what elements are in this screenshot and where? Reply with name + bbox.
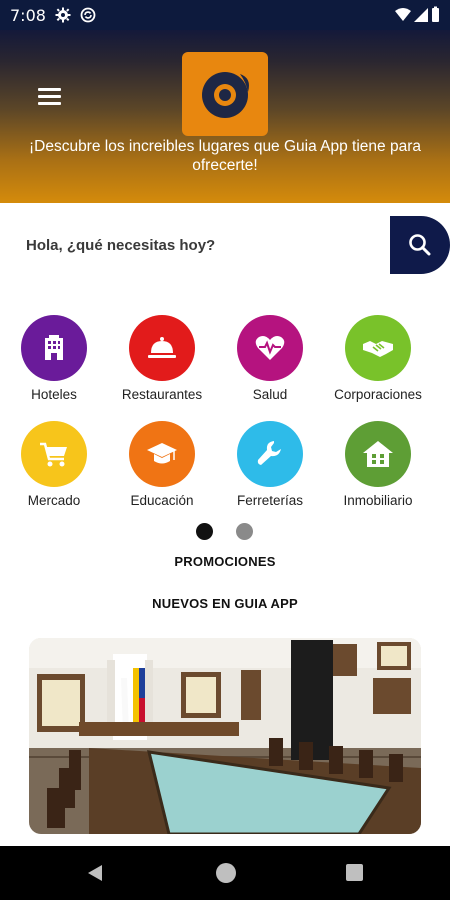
search-button[interactable]: [390, 216, 450, 274]
category-corporaciones[interactable]: Corporaciones: [324, 315, 432, 402]
category-circle: [21, 421, 87, 487]
guia-app-logo-icon: [182, 52, 268, 136]
category-label: Educación: [130, 493, 194, 508]
category-label: Hoteles: [31, 387, 77, 402]
category-inmobiliario[interactable]: Inmobiliario: [324, 421, 432, 508]
status-indicators: [395, 6, 439, 22]
serving-bell-icon: [148, 337, 176, 358]
search-bar: [0, 216, 450, 274]
category-label: Restaurantes: [121, 387, 203, 402]
status-bar: 7:08: [0, 0, 450, 30]
category-label: Mercado: [27, 493, 81, 508]
category-hoteles[interactable]: Hoteles: [0, 315, 108, 402]
promotions-heading: PROMOCIONES: [174, 554, 276, 569]
hamburger-menu-icon[interactable]: [38, 88, 62, 108]
house-icon: [363, 441, 393, 467]
category-label: Ferreterías: [236, 493, 304, 508]
header-tagline: ¡Descubre los increibles lugares que Gui…: [28, 138, 422, 174]
gear-icon: [55, 7, 71, 23]
shopping-cart-icon: [40, 442, 67, 467]
category-circle: [237, 315, 303, 381]
category-circle: [129, 421, 195, 487]
wrench-icon: [257, 441, 281, 465]
category-pager: [196, 523, 256, 541]
pager-dot-active[interactable]: [196, 523, 213, 540]
category-label: Inmobiliario: [343, 493, 413, 508]
battery-icon: [432, 8, 439, 22]
category-ferreterias[interactable]: Ferreterías: [216, 421, 324, 508]
hotel-icon: [45, 335, 63, 360]
new-in-app-heading: NUEVOS EN GUIA APP: [152, 596, 298, 611]
category-mercado[interactable]: Mercado: [0, 421, 108, 508]
category-circle: [345, 315, 411, 381]
status-time: 7:08: [10, 6, 46, 25]
search-icon: [409, 234, 431, 256]
category-restaurantes[interactable]: Restaurantes: [108, 315, 216, 402]
signal-icon: [414, 8, 428, 22]
category-circle: [345, 421, 411, 487]
system-nav-bar: [0, 846, 450, 900]
sync-icon: [80, 7, 96, 23]
category-educacion[interactable]: Educación: [108, 421, 216, 508]
historic-meeting-hall-image[interactable]: [29, 638, 421, 834]
category-circle: [21, 315, 87, 381]
header: ¡Descubre los increibles lugares que Gui…: [0, 30, 450, 203]
category-salud[interactable]: Salud: [216, 315, 324, 402]
pager-dot[interactable]: [236, 523, 253, 540]
home-icon[interactable]: [216, 863, 236, 883]
category-label: Salud: [252, 387, 288, 402]
handshake-icon: [363, 341, 393, 357]
wifi-icon: [395, 8, 411, 21]
category-circle: [129, 315, 195, 381]
category-label: Corporaciones: [334, 387, 422, 402]
recents-icon[interactable]: [346, 864, 363, 881]
graduation-cap-icon: [147, 443, 177, 464]
back-icon[interactable]: [86, 863, 104, 883]
category-circle: [237, 421, 303, 487]
heartbeat-icon: [255, 336, 285, 360]
search-input[interactable]: [0, 216, 392, 274]
